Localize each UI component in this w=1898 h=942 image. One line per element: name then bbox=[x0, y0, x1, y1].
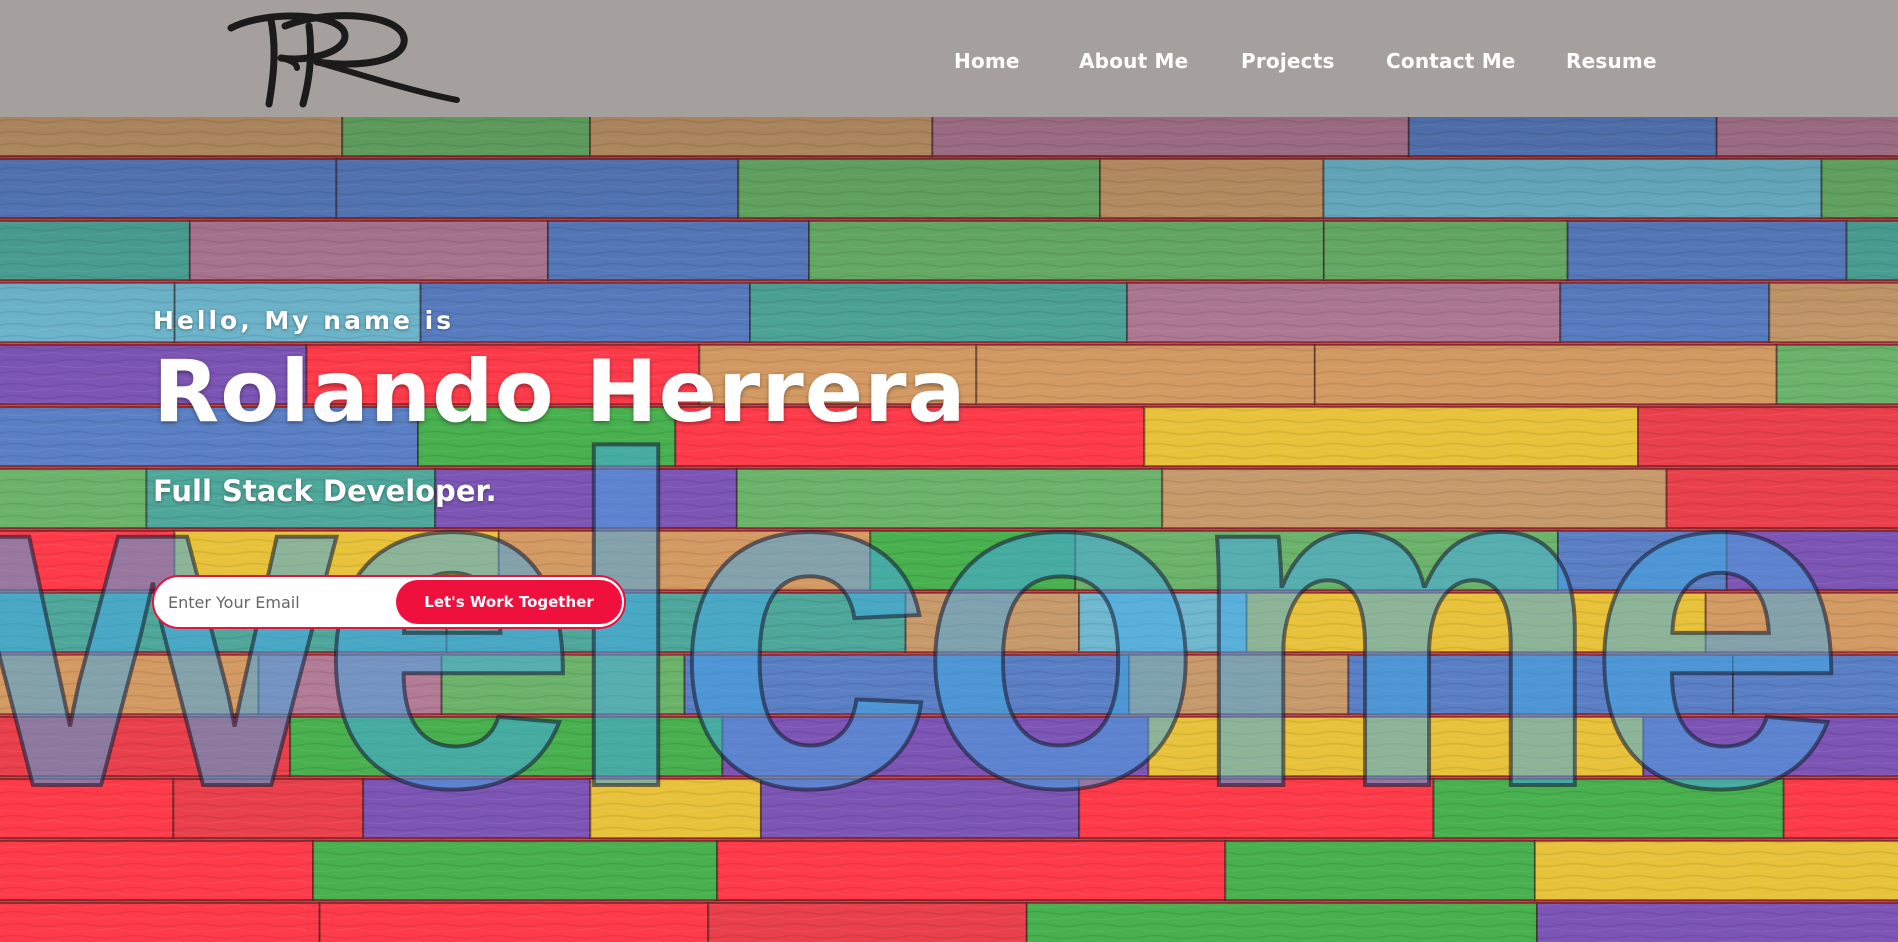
hero-section: welcome Hello, My name is Rolando Herrer… bbox=[0, 117, 1898, 942]
nav-about-me[interactable]: About Me bbox=[1079, 49, 1188, 73]
hero-role: Full Stack Developer. bbox=[153, 474, 497, 508]
email-signup-form: Let's Work Together bbox=[152, 575, 626, 629]
nav-resume[interactable]: Resume bbox=[1566, 49, 1657, 73]
email-input[interactable] bbox=[168, 589, 388, 615]
hero-name: Rolando Herrera bbox=[153, 342, 967, 442]
greeting-text: Hello, My name is bbox=[153, 306, 455, 335]
lets-work-together-button[interactable]: Let's Work Together bbox=[396, 580, 622, 624]
nav-contact-me[interactable]: Contact Me bbox=[1386, 49, 1516, 73]
logo[interactable] bbox=[225, 10, 461, 108]
nav-projects[interactable]: Projects bbox=[1241, 49, 1335, 73]
navbar: Home About Me Projects Contact Me Resume bbox=[0, 0, 1898, 117]
rr-logo-icon bbox=[227, 12, 460, 108]
nav-home[interactable]: Home bbox=[954, 49, 1020, 73]
hero-background-image: welcome bbox=[0, 117, 1898, 942]
